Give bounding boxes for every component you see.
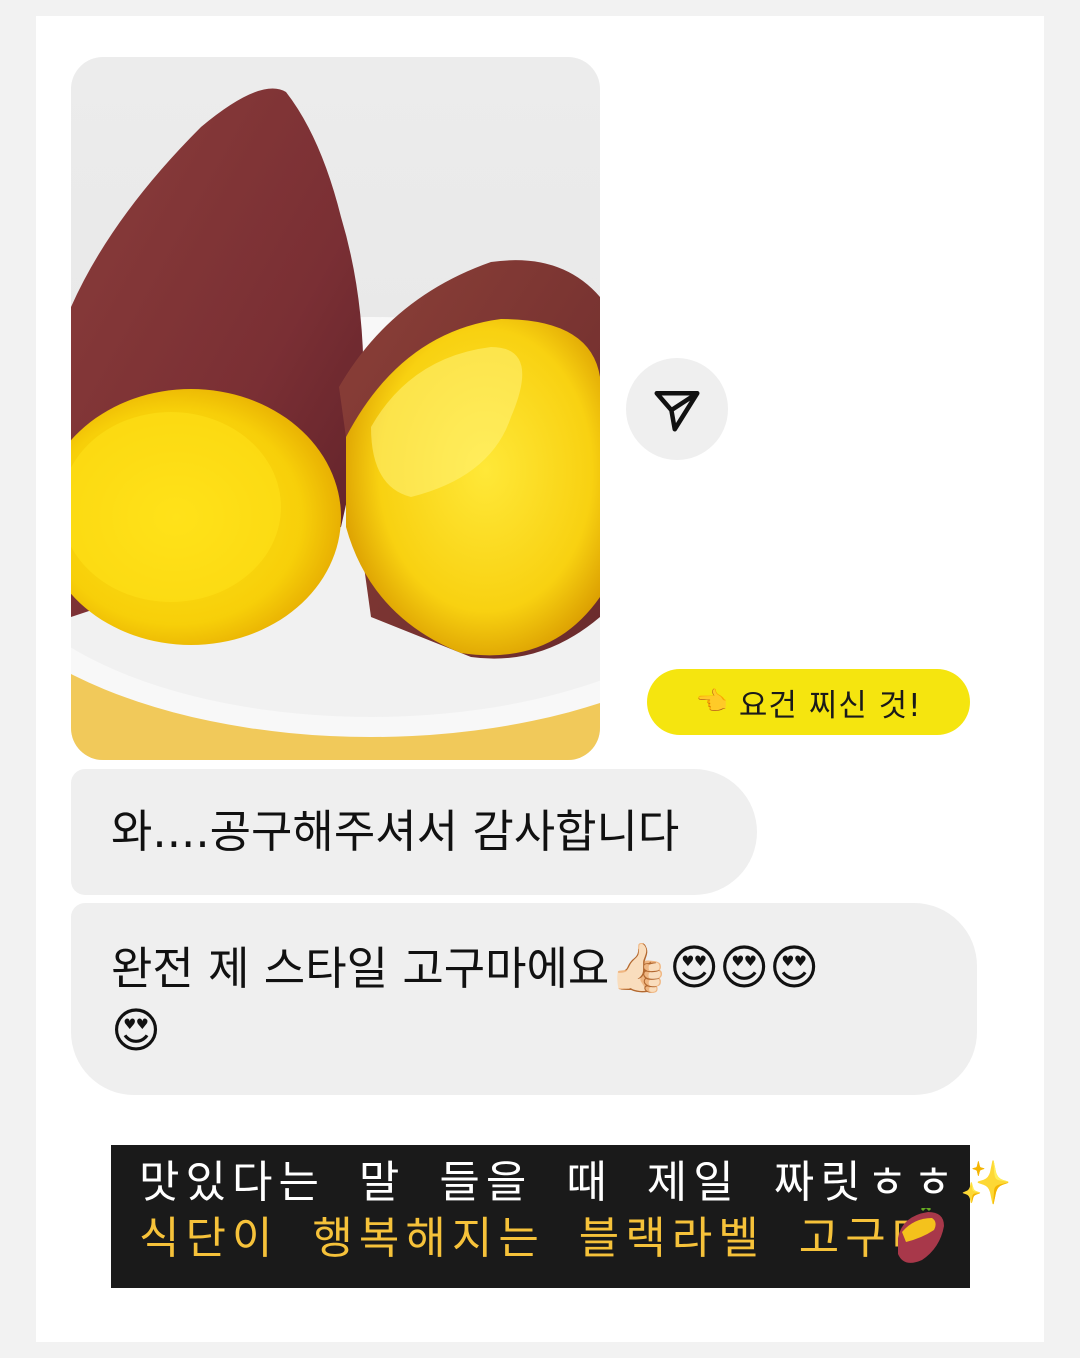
send-icon [654,391,700,432]
message-bubble: 와....공구해주셔서 감사합니다 [71,769,757,895]
emoji-sequence: 👍🏻😍😍😍 [609,940,820,996]
caption-line-1: 맛있다는 말 들을 때 제일 짜릿ㅎㅎ✨ [139,1155,1012,1211]
sparkle-icon: ✨ [959,1158,1018,1207]
reply-text: 요건 찌신 것! [738,687,922,724]
share-button[interactable] [626,358,728,460]
caption-line-1-text: 맛있다는 말 들을 때 제일 짜릿ㅎㅎ [139,1157,960,1208]
sweet-potato-icon [898,1208,944,1263]
caption-box: 맛있다는 말 들을 때 제일 짜릿ㅎㅎ✨ 식단이 행복해지는 블랙라벨 고구마 [111,1145,1012,1288]
reply-chip: 👈 요건 찌신 것! [647,669,970,735]
pointing-hand-icon: 👈 [695,687,729,717]
caption-line-2: 식단이 행복해지는 블랙라벨 고구마 [139,1213,939,1264]
message-text: 완전 제 스타일 고구마에요 [111,942,610,995]
message-bubble: 완전 제 스타일 고구마에요👍🏻😍😍😍 😍 [71,903,977,1095]
sweet-potato-photo [71,57,600,760]
heart-eyes-emoji: 😍 [111,1003,162,1059]
message-text: 와....공구해주셔서 감사합니다 [111,805,680,858]
